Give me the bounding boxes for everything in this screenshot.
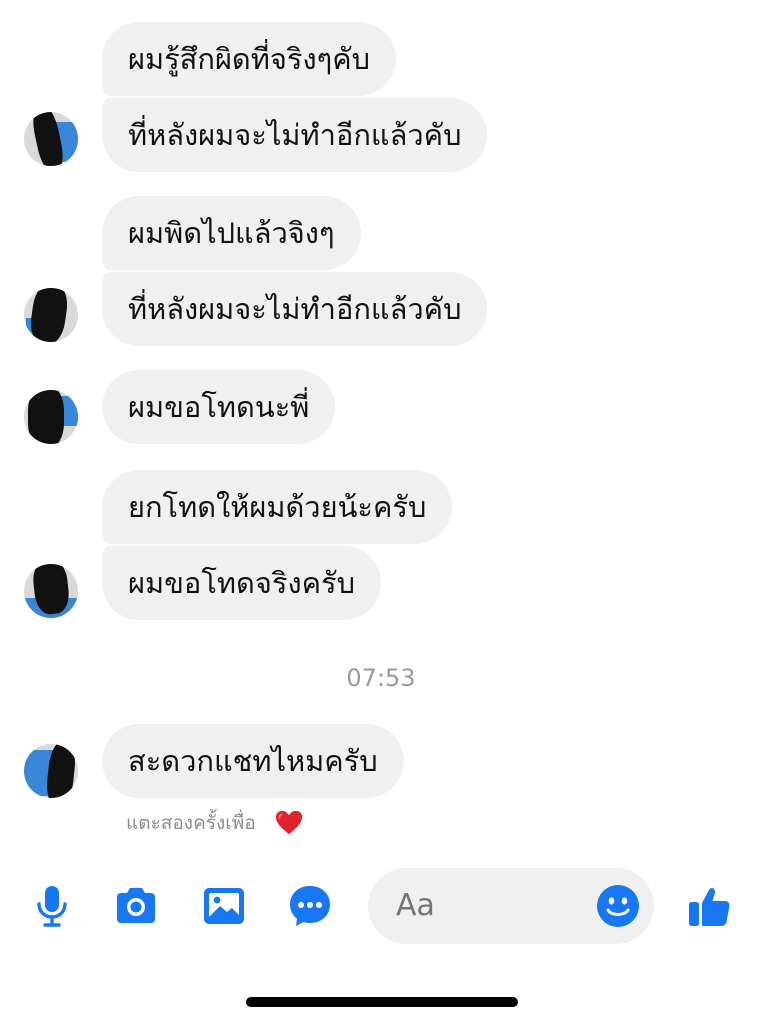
message-row: ที่หลังผมจะไม่ทำอีกแล้วคับ <box>102 98 488 172</box>
message-row: ผมรู้สึกผิดที่จริงๆคับ <box>102 22 396 96</box>
message-bubble[interactable]: ยกโทดให้ผมด้วยน้ะครับ <box>102 470 453 544</box>
chat-bubble-icon[interactable] <box>286 882 334 930</box>
message-row: สะดวกแชทไหมครับ <box>102 724 404 798</box>
avatar[interactable] <box>24 390 78 444</box>
message-input[interactable] <box>396 868 586 944</box>
message-row: ผมขอโทดนะพี่ <box>102 370 336 444</box>
message-row: ที่หลังผมจะไม่ทำอีกแล้วคับ <box>102 272 488 346</box>
avatar[interactable] <box>24 744 78 798</box>
hint-text: แตะสองครั้งเพื่อ <box>126 812 256 834</box>
message-bubble[interactable]: ผมขอโทดนะพี่ <box>102 370 336 444</box>
image-icon[interactable] <box>200 882 248 930</box>
message-row: ผมพิดไปแล้วจิงๆ <box>102 196 361 270</box>
thumbs-up-icon[interactable] <box>686 882 734 930</box>
microphone-icon[interactable] <box>28 882 76 930</box>
smiley-icon[interactable] <box>596 884 640 928</box>
message-input-container[interactable] <box>368 868 654 944</box>
avatar[interactable] <box>24 112 78 166</box>
message-bubble[interactable]: ที่หลังผมจะไม่ทำอีกแล้วคับ <box>102 98 488 172</box>
message-bubble[interactable]: สะดวกแชทไหมครับ <box>102 724 404 798</box>
message-bubble[interactable]: ผมขอโทดจริงครับ <box>102 546 381 620</box>
avatar[interactable] <box>24 564 78 618</box>
camera-icon[interactable] <box>112 882 160 930</box>
avatar[interactable] <box>24 288 78 342</box>
message-timestamp: 07:53 <box>346 664 416 692</box>
message-bubble[interactable]: ผมรู้สึกผิดที่จริงๆคับ <box>102 22 396 96</box>
message-bubble[interactable]: ที่หลังผมจะไม่ทำอีกแล้วคับ <box>102 272 488 346</box>
composer-bar <box>0 864 762 950</box>
home-indicator[interactable] <box>246 997 518 1007</box>
message-row: ผมขอโทดจริงครับ <box>102 546 381 620</box>
message-row: ยกโทดให้ผมด้วยน้ะครับ <box>102 470 453 544</box>
heart-icon[interactable] <box>274 808 304 838</box>
double-tap-hint: แตะสองครั้งเพื่อ <box>126 808 304 838</box>
message-bubble[interactable]: ผมพิดไปแล้วจิงๆ <box>102 196 361 270</box>
